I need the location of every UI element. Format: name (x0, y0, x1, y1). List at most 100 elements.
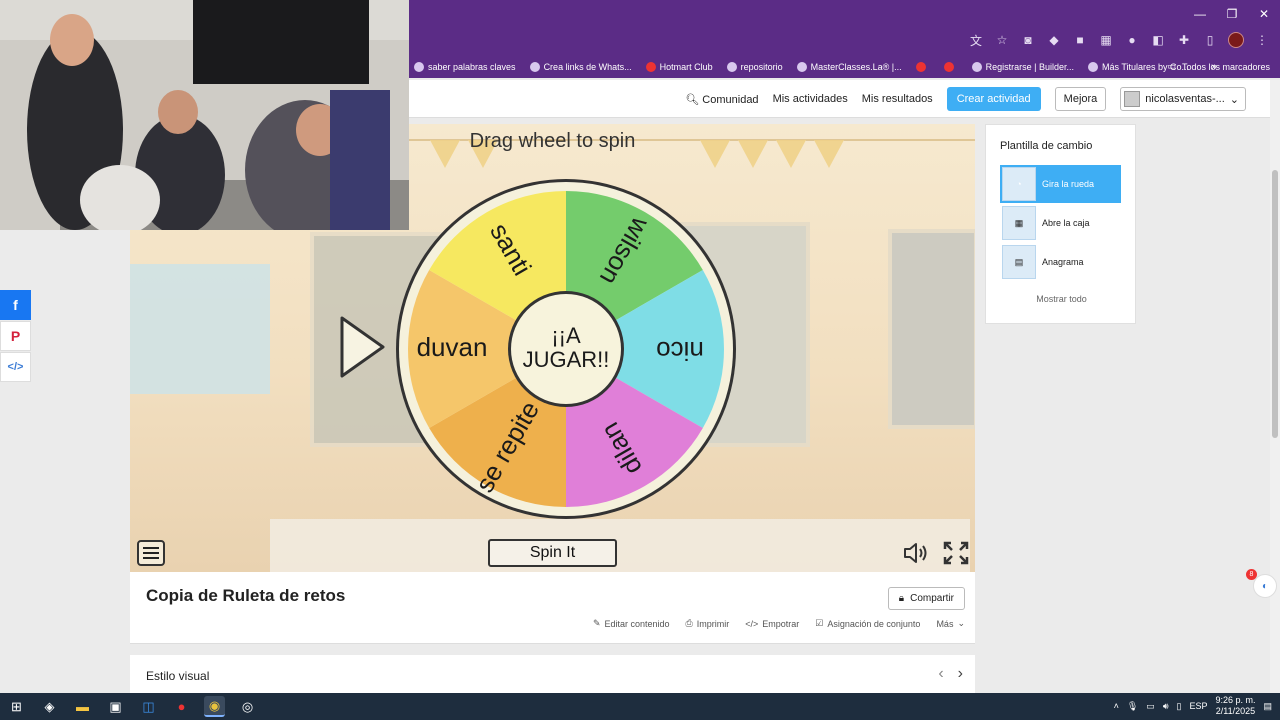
bookmark-icon (915, 62, 926, 72)
page-scrollbar[interactable] (1270, 80, 1280, 693)
store-icon[interactable]: ▣ (105, 696, 126, 717)
upgrade-button[interactable]: Mejora (1054, 87, 1107, 111)
microphone-icon[interactable]: 🎙︎ (1127, 701, 1138, 712)
bookmark[interactable]: repositorio (726, 62, 783, 72)
language-indicator[interactable]: ESP (1189, 701, 1207, 711)
bookmark-icon (529, 62, 540, 72)
bookmark[interactable]: Hotmart Club (645, 62, 713, 72)
embed-link[interactable]: </> Empotrar (745, 618, 799, 629)
bookmark[interactable]: saber palabras claves (414, 62, 516, 72)
battery-icon[interactable]: ▯ (1176, 701, 1181, 712)
main-nav: 🔍︎ Comunidad Mis actividades Mis resulta… (685, 87, 1246, 111)
lock-icon: 🔒︎ (898, 593, 905, 604)
carousel-arrows: ‹ › (938, 665, 963, 683)
profile-avatar[interactable] (1228, 32, 1244, 48)
bookmark[interactable]: MasterClasses.La® |... (796, 62, 902, 72)
webcam-overlay (0, 0, 409, 230)
wheel-thumbnail-icon: ◔ (1002, 167, 1036, 201)
minimize-icon[interactable]: — (1184, 0, 1216, 28)
all-bookmarks-button[interactable]: ▭ Todos los marcadores (1167, 61, 1270, 72)
spin-wheel[interactable]: wilsonnicodilanse repiteduvansanti¡¡AJUG… (395, 178, 737, 520)
chrome-icon[interactable]: ◉ (204, 696, 225, 717)
bookmark-icon (645, 62, 656, 72)
bookmark-icon (971, 62, 982, 72)
page-title: Copia de Ruleta de retos (146, 586, 346, 605)
fullscreen-icon[interactable] (943, 541, 969, 565)
chevron-down-icon: ⌄ (957, 618, 965, 628)
notification-center-icon[interactable]: ▤ (1263, 701, 1272, 712)
kebab-menu-icon[interactable]: ⋮ (1254, 32, 1270, 48)
edit-content-link[interactable]: ✎ Editar contenido (593, 618, 670, 629)
network-icon[interactable]: ▭ (1146, 701, 1155, 712)
facebook-icon[interactable]: f (0, 290, 31, 320)
outlook-icon[interactable]: ◫ (138, 696, 159, 717)
assign-link[interactable]: ☑ Asignación de conjunto (815, 618, 920, 629)
extension-icon[interactable]: ◆ (1046, 32, 1062, 48)
file-explorer-icon[interactable]: ▬ (72, 696, 93, 717)
extension-icon[interactable]: ■ (1072, 32, 1088, 48)
bookmark[interactable] (915, 62, 930, 72)
bookmark[interactable]: Registrarse | Builder... (971, 62, 1074, 72)
anagram-thumbnail-icon: ▤ (1002, 245, 1036, 279)
spin-button[interactable]: Spin It (488, 539, 617, 567)
speaker-icon[interactable] (903, 542, 929, 564)
chevron-up-icon[interactable]: ˄ (1114, 701, 1119, 711)
chevron-down-icon: ⌄ (1229, 93, 1239, 106)
bookmark[interactable]: Crea links de Whats... (529, 62, 632, 72)
bookmark[interactable] (943, 62, 958, 72)
copilot-icon[interactable]: ◈ (39, 696, 60, 717)
notification-badge: 8 (1246, 569, 1257, 580)
wheel-segment-label: duvan (417, 332, 488, 362)
system-tray: ˄ 🎙︎ ▭ 🔊︎ ▯ ESP 9:26 p. m. 2/11/2025 ▤ (1114, 695, 1272, 717)
translate-icon[interactable]: 文 (968, 32, 984, 48)
visual-style-card: Estilo visual ‹ › (130, 655, 975, 693)
side-panel-icon[interactable]: ▯ (1202, 32, 1218, 48)
close-icon[interactable]: ✕ (1248, 0, 1280, 28)
nav-mis-actividades[interactable]: Mis actividades (773, 93, 848, 105)
extension-icon[interactable]: ▦ (1098, 32, 1114, 48)
folder-icon: ▭ (1167, 61, 1176, 71)
desk-decoration (270, 519, 970, 572)
template-item-open-box[interactable]: ▦ Abre la caja (1000, 204, 1121, 242)
avatar (1124, 91, 1141, 107)
wheel-center-label: JUGAR!! (523, 347, 610, 372)
social-share-bar: f P </> (0, 290, 31, 383)
clock[interactable]: 9:26 p. m. 2/11/2025 (1215, 695, 1255, 717)
address-bar-icons: 文 ☆ ◙ ◆ ■ ▦ ● ◧ ✚ ▯ ⋮ (968, 32, 1270, 48)
chevron-right-icon[interactable]: › (958, 665, 963, 683)
chat-icon: ◐ (1261, 580, 1269, 592)
chevron-left-icon[interactable]: ‹ (938, 665, 943, 683)
user-menu[interactable]: nicolasventas-... ⌄ (1120, 87, 1246, 111)
windows-taskbar: ⊞ ◈ ▬ ▣ ◫ ● ◉ ◎ ˄ 🎙︎ ▭ 🔊︎ ▯ ESP 9:26 p. … (0, 693, 1280, 720)
obs-icon[interactable]: ◎ (237, 696, 258, 717)
template-item-anagram[interactable]: ▤ Anagrama (1000, 243, 1121, 281)
create-activity-button[interactable]: Crear actividad (946, 87, 1041, 111)
bookmark-icon (1088, 62, 1099, 72)
window-controls: — ❐ ✕ (1184, 0, 1280, 28)
nav-mis-resultados[interactable]: Mis resultados (862, 93, 933, 105)
app-icon[interactable]: ● (171, 696, 192, 717)
scroll-thumb[interactable] (1272, 170, 1278, 438)
hamburger-menu-button[interactable] (137, 540, 165, 566)
pencil-icon: ✎ (592, 618, 601, 628)
star-icon[interactable]: ☆ (994, 32, 1010, 48)
template-item-spin-wheel[interactable]: ◔ Gira la rueda (1000, 165, 1121, 203)
nav-comunidad[interactable]: 🔍︎ Comunidad (685, 93, 758, 106)
restore-icon[interactable]: ❐ (1216, 0, 1248, 28)
pinterest-icon[interactable]: P (0, 321, 31, 351)
extension-icon[interactable]: ◧ (1150, 32, 1166, 48)
print-link[interactable]: ⎙ Imprimir (686, 618, 730, 629)
volume-icon[interactable]: 🔊︎ (1163, 701, 1169, 712)
puzzle-icon[interactable]: ✚ (1176, 32, 1192, 48)
show-all-link[interactable]: Mostrar todo (986, 294, 1137, 304)
share-button[interactable]: 🔒︎ Compartir (887, 587, 965, 610)
windows-start-icon[interactable]: ⊞ (6, 696, 27, 717)
extension-icon[interactable]: ◙ (1020, 32, 1036, 48)
embed-code-icon[interactable]: </> (0, 352, 31, 382)
chat-widget-button[interactable]: 8 ◐ (1246, 569, 1277, 598)
extension-icon[interactable]: ● (1124, 32, 1140, 48)
play-icon[interactable] (337, 314, 387, 380)
box-thumbnail-icon: ▦ (1002, 206, 1036, 240)
printer-icon: ⎙ (685, 618, 693, 628)
more-dropdown[interactable]: Más ⌄ (936, 618, 965, 629)
